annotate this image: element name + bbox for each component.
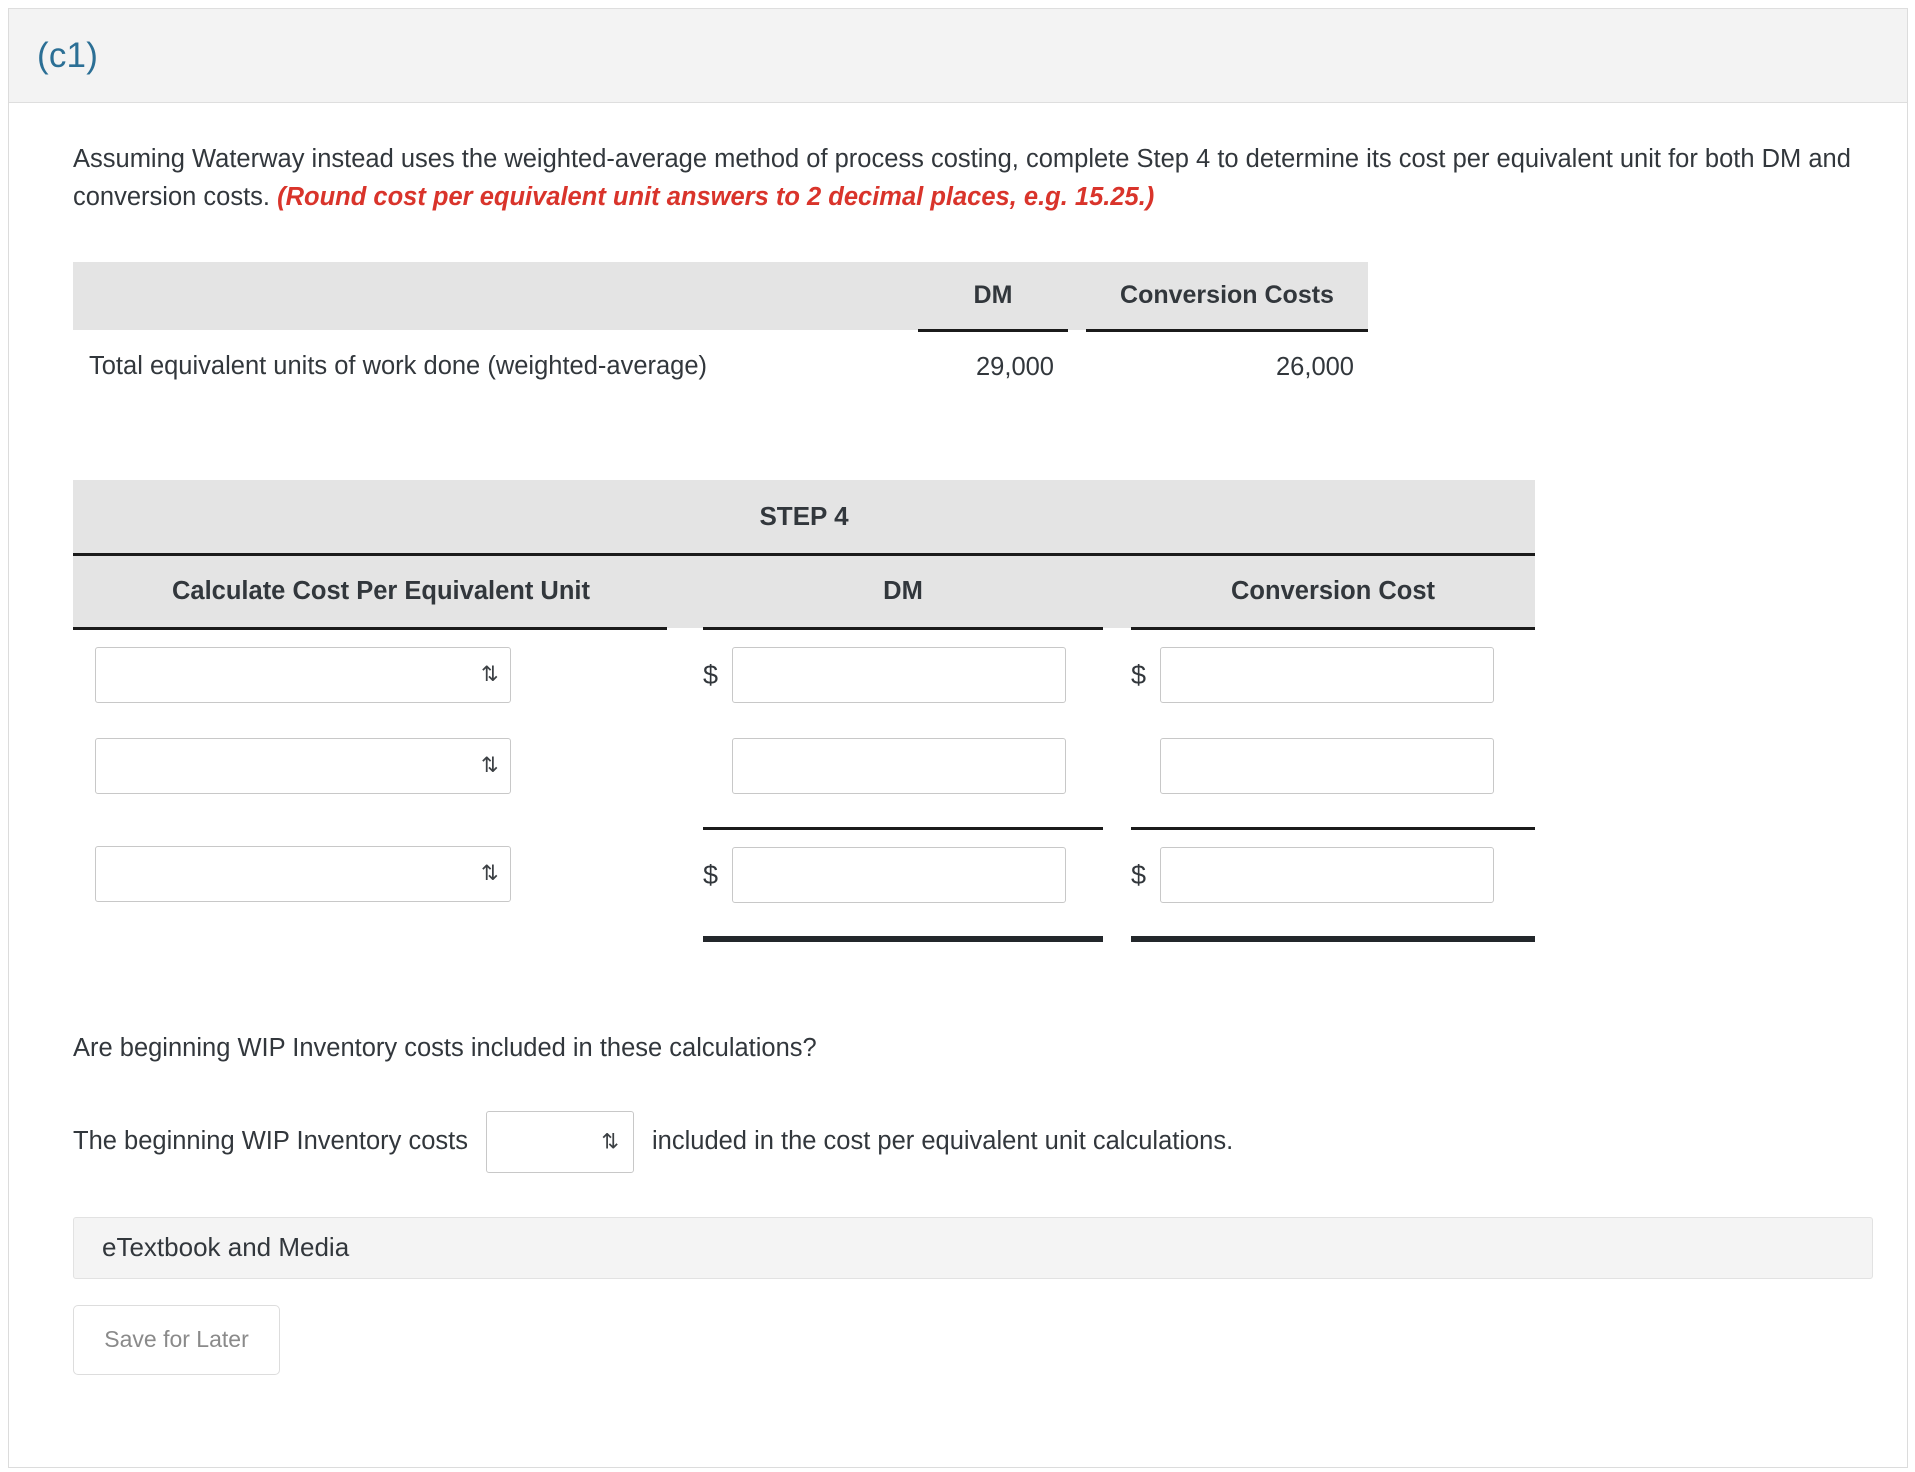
total-rule-dm	[703, 920, 1103, 942]
question-prompt: Assuming Waterway instead uses the weigh…	[73, 141, 1852, 216]
step4-row1-cc-cell: $	[1131, 628, 1535, 720]
total-rule-gap-a	[667, 920, 703, 940]
step4-row3-gap-a	[667, 828, 703, 920]
chevron-updown-icon: ⇅	[601, 1130, 619, 1154]
part-header: (c1)	[9, 8, 1907, 103]
step4-row1-label-cell: ⇅	[73, 628, 667, 720]
step4-title: STEP 4	[73, 480, 1536, 556]
step4-header-conversion: Conversion Cost	[1131, 554, 1536, 630]
eu-header-conversion: Conversion Costs	[1086, 262, 1368, 332]
chevron-updown-icon: ⇅	[481, 663, 499, 687]
dollar-sign-icon: $	[1131, 859, 1147, 890]
dollar-sign-icon: $	[1131, 659, 1147, 690]
wip-question: Are beginning WIP Inventory costs includ…	[73, 1033, 817, 1062]
eu-row-conversion-value: 26,000	[1276, 352, 1354, 381]
wip-sentence-before: The beginning WIP Inventory costs	[73, 1127, 468, 1156]
subtotal-rule-gap-b	[1103, 812, 1131, 828]
etextbook-label: eTextbook and Media	[102, 1232, 350, 1263]
step4-row2-conversion-input[interactable]	[1160, 738, 1494, 795]
step4-header-row: Calculate Cost Per Equivalent Unit DM Co…	[73, 554, 1536, 630]
subtotal-rule-gap-a	[667, 812, 703, 828]
chevron-updown-icon: ⇅	[481, 862, 499, 886]
step4-input-row: ⇅ $ $	[73, 628, 1535, 720]
step4-table: STEP 4 Calculate Cost Per Equivalent Uni…	[73, 480, 1536, 942]
chevron-updown-icon: ⇅	[481, 754, 499, 778]
step4-header-label: Calculate Cost Per Equivalent Unit	[73, 554, 667, 630]
save-for-later-label: Save for Later	[104, 1326, 249, 1353]
dollar-sign-icon: $	[703, 659, 719, 690]
step4-input-row: ⇅ $ $	[73, 828, 1535, 920]
subtotal-rule-label-gap	[73, 812, 667, 828]
step4-total-rule	[73, 920, 1536, 942]
equivalent-units-table: DM Conversion Costs Total equivalent uni…	[73, 262, 1368, 402]
step4-row2-line-item-select[interactable]: ⇅	[95, 738, 511, 795]
step4-input-row: ⇅ $ $	[73, 720, 1535, 812]
eu-row-gap	[1068, 330, 1086, 402]
step4-header-gap-b	[1103, 554, 1131, 629]
question-card: (c1) Assuming Waterway instead uses the …	[8, 8, 1908, 1468]
eu-row-label: Total equivalent units of work done (wei…	[89, 351, 708, 380]
wip-select[interactable]: ⇅	[486, 1110, 634, 1173]
question-body: Assuming Waterway instead uses the weigh…	[9, 141, 1907, 1375]
step4-row1-gap-a	[667, 628, 703, 720]
eu-header-gap	[1068, 262, 1086, 331]
question-rounding-hint: (Round cost per equivalent unit answers …	[277, 182, 1155, 211]
total-rule-label-gap	[73, 920, 667, 940]
step4-row2-gap-a	[667, 720, 703, 812]
step4-subtotal-rule	[73, 812, 1536, 830]
step4-row1-dm-input[interactable]	[732, 647, 1066, 704]
wip-answer-line: The beginning WIP Inventory costs ⇅ incl…	[73, 1110, 1907, 1173]
eu-row-dm-value: 29,000	[976, 352, 1054, 381]
step4-row2-dm-input[interactable]	[732, 738, 1066, 795]
step4-row3-label-cell: ⇅	[73, 828, 667, 920]
eu-header-blank	[73, 262, 918, 331]
step4-row1-gap-b	[1103, 628, 1131, 720]
step4-title-row: STEP 4	[73, 480, 1536, 556]
step4-row3-conversion-input[interactable]	[1160, 847, 1494, 904]
step4-row2-dm-cell: $	[703, 720, 1103, 812]
subtotal-rule-dm	[703, 812, 1103, 830]
subtotal-rule-conversion	[1131, 812, 1536, 830]
total-rule-gap-b	[1103, 920, 1131, 940]
step4-row1-dm-cell: $	[703, 628, 1103, 720]
table-header-row: DM Conversion Costs	[73, 262, 1368, 332]
step4-header-gap-a	[667, 554, 703, 629]
wip-sentence-after: included in the cost per equivalent unit…	[652, 1127, 1234, 1156]
dollar-sign-icon: $	[703, 859, 719, 890]
part-label: (c1)	[37, 35, 99, 75]
step4-row3-gap-b	[1103, 828, 1131, 920]
eu-header-dm: DM	[918, 262, 1068, 332]
step4-row1-conversion-input[interactable]	[1160, 647, 1494, 704]
step4-row2-gap-b	[1103, 720, 1131, 812]
step4-row3-line-item-select[interactable]: ⇅	[95, 846, 511, 903]
step4-row3-cc-cell: $	[1131, 828, 1535, 920]
step4-row3-dm-input[interactable]	[732, 847, 1066, 904]
step4-row3-dm-cell: $	[703, 828, 1103, 920]
table-row: Total equivalent units of work done (wei…	[73, 330, 1368, 402]
step4-row1-line-item-select[interactable]: ⇅	[95, 647, 511, 704]
total-rule-conversion	[1131, 920, 1536, 942]
etextbook-and-media-bar[interactable]: eTextbook and Media	[73, 1216, 1873, 1279]
step4-header-dm: DM	[703, 554, 1103, 630]
step4-row2-cc-cell: $	[1131, 720, 1535, 812]
save-for-later-button[interactable]: Save for Later	[73, 1304, 280, 1375]
step4-row2-label-cell: ⇅	[73, 720, 667, 812]
